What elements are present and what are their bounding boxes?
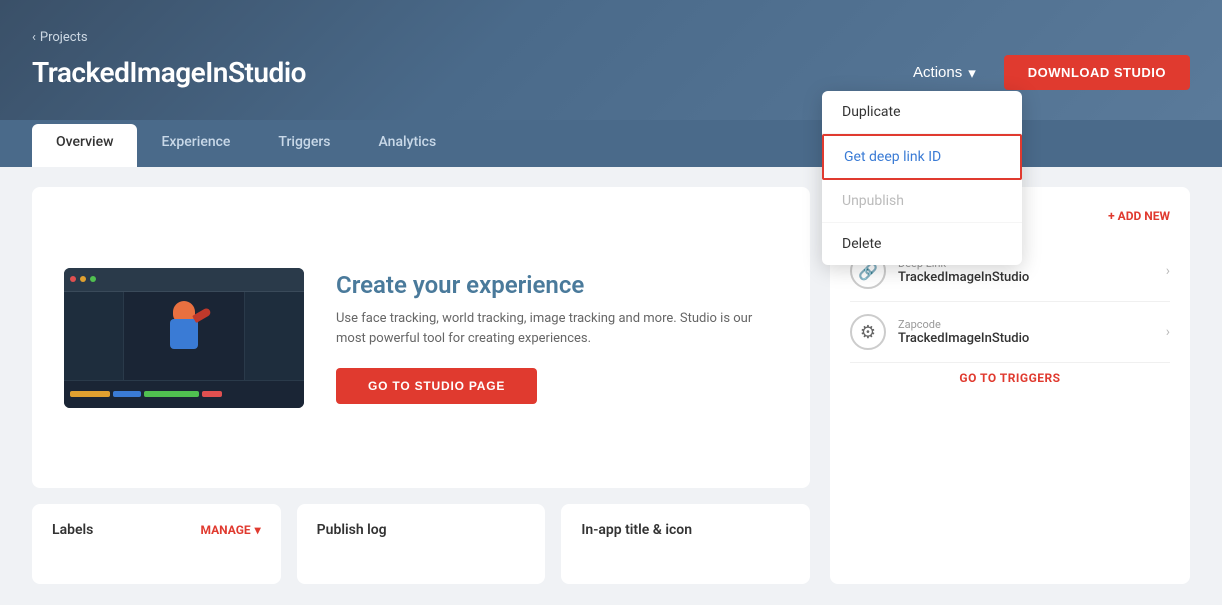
- add-new-trigger-button[interactable]: + ADD NEW: [1108, 209, 1170, 223]
- breadcrumb-label[interactable]: Projects: [40, 30, 88, 45]
- actions-button[interactable]: Actions ▾: [901, 56, 988, 90]
- nav-tabs: Overview Experience Triggers Analytics: [0, 120, 1222, 167]
- breadcrumb[interactable]: ‹ Projects: [32, 30, 1190, 45]
- header-actions: Actions ▾ DOWNLOAD STUDIO: [901, 55, 1190, 90]
- hero-description: Use face tracking, world tracking, image…: [336, 309, 778, 348]
- tab-overview[interactable]: Overview: [32, 124, 137, 167]
- header-row: TrackedImageInStudio Actions ▾ DOWNLOAD …: [32, 55, 1190, 90]
- trigger-zapcode[interactable]: ⚙ Zapcode TrackedImageInStudio ›: [850, 302, 1170, 363]
- bottom-cards: Labels MANAGE ▾ Publish log In-app title…: [32, 504, 810, 584]
- page-title: TrackedImageInStudio: [32, 56, 306, 89]
- goto-triggers-button[interactable]: GO TO TRIGGERS: [850, 363, 1170, 385]
- in-app-title-card: In-app title & icon: [561, 504, 810, 584]
- trigger-zapcode-name: TrackedImageInStudio: [898, 331, 1166, 346]
- studio-preview-image: [64, 268, 304, 408]
- trigger-deep-link-name: TrackedImageInStudio: [898, 270, 1166, 285]
- trigger-zapcode-chevron-icon: ›: [1166, 324, 1170, 340]
- publish-log-card: Publish log: [297, 504, 546, 584]
- tab-triggers[interactable]: Triggers: [254, 120, 354, 167]
- trigger-zapcode-info: Zapcode TrackedImageInStudio: [898, 318, 1166, 346]
- labels-card: Labels MANAGE ▾: [32, 504, 281, 584]
- dropdown-item-unpublish: Unpublish: [822, 180, 1022, 223]
- breadcrumb-chevron: ‹: [32, 30, 36, 45]
- hero-content: Create your experience Use face tracking…: [336, 271, 778, 404]
- dropdown-item-duplicate[interactable]: Duplicate: [822, 91, 1022, 134]
- left-panel: Create your experience Use face tracking…: [32, 187, 810, 584]
- hero-title: Create your experience: [336, 271, 778, 299]
- hero-card: Create your experience Use face tracking…: [32, 187, 810, 488]
- main-content: Create your experience Use face tracking…: [0, 167, 1222, 604]
- manage-labels-button[interactable]: MANAGE ▾: [201, 523, 261, 537]
- manage-chevron-icon: ▾: [255, 523, 261, 537]
- in-app-title-label: In-app title & icon: [581, 522, 692, 538]
- publish-log-title: Publish log: [317, 522, 387, 538]
- zapcode-icon: ⚙: [850, 314, 886, 350]
- download-studio-button[interactable]: DOWNLOAD STUDIO: [1004, 55, 1190, 90]
- dropdown-item-delete[interactable]: Delete: [822, 223, 1022, 265]
- actions-dropdown-menu: Duplicate Get deep link ID Unpublish Del…: [822, 91, 1022, 265]
- trigger-zapcode-type: Zapcode: [898, 318, 1166, 331]
- trigger-deep-link-chevron-icon: ›: [1166, 263, 1170, 279]
- tab-experience[interactable]: Experience: [137, 120, 254, 167]
- tab-analytics[interactable]: Analytics: [355, 120, 461, 167]
- header: ‹ Projects TrackedImageInStudio Actions …: [0, 0, 1222, 120]
- dropdown-item-get-deep-link[interactable]: Get deep link ID: [822, 134, 1022, 180]
- actions-chevron-icon: ▾: [968, 64, 976, 82]
- actions-label: Actions: [913, 64, 962, 81]
- labels-title: Labels: [52, 522, 93, 538]
- go-to-studio-button[interactable]: GO TO STUDIO PAGE: [336, 368, 537, 404]
